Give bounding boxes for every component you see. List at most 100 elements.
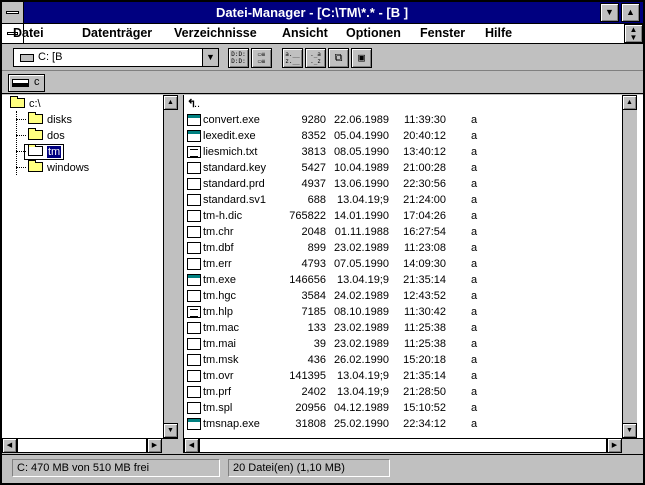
file-size: 39 [313,338,326,350]
menu-hilfe[interactable]: Hilfe [485,25,512,42]
file-size: 20956 [295,402,326,414]
file-list[interactable]: ↰ .. convert.exe 9280 22.06.1989 11:39:30 a l… [184,95,643,453]
tree-horizontal-scrollbar[interactable]: ◀ ▶ [2,438,178,453]
file-horizontal-scrollbar[interactable]: ◀ ▶ [184,438,643,453]
file-size: 133 [307,322,326,334]
file-time: 17:04:26 [403,210,446,222]
file-date: 13.04.19;9 [337,370,389,382]
list-item[interactable]: tm.spl 20956 04.12.1989 15:10:52 a [184,400,624,416]
drive-select-value: C: [B [38,51,63,63]
minimize-button[interactable]: ▼ [600,3,619,22]
file-time: 15:20:18 [403,354,446,366]
scroll-up-icon[interactable]: ▲ [163,95,178,110]
list-item[interactable]: tm.prf 2402 13.04.19;9 21:28:50 a [184,384,624,400]
file-time: 22:30:56 [403,178,446,190]
view-details-icon[interactable]: ▭≡ ▭≡ [251,48,272,68]
menu-verzeichnisse[interactable]: Verzeichnisse [174,25,257,42]
restore-button[interactable]: ▲ ▼ [624,24,643,43]
list-item[interactable]: tm.mac 133 23.02.1989 11:25:38 a [184,320,624,336]
directory-tree[interactable]: c:\ disks dos tm windows ▲ ▼ ◀ ▶ [2,95,178,453]
system-menu-button[interactable] [2,2,24,23]
file-date: 22.06.1989 [333,114,389,126]
view-names-icon[interactable]: D:D: D:D: [228,48,249,68]
list-item[interactable]: tm.mai 39 23.02.1989 11:25:38 a [184,336,624,352]
scroll-track[interactable] [17,438,147,453]
file-size: 2048 [301,226,326,238]
file-vertical-scrollbar[interactable]: ▲ ▼ [622,95,637,438]
file-attributes: a [471,274,478,286]
scroll-track[interactable] [199,438,607,453]
tree-vertical-scrollbar[interactable]: ▲ ▼ [163,95,178,438]
menu-ansicht[interactable]: Ansicht [282,25,328,42]
dropdown-arrow-icon[interactable]: ▼ [202,49,218,66]
scroll-down-icon[interactable]: ▼ [163,423,178,438]
file-size: 8352 [301,130,326,142]
text-file-icon [187,146,201,158]
menu-datentraeger[interactable]: Datenträger [82,25,152,42]
list-item[interactable]: tm.hgc 3584 24.02.1989 12:43:52 a [184,288,624,304]
scroll-left-icon[interactable]: ◀ [2,438,17,453]
file-attributes: a [471,322,478,334]
list-item[interactable]: standard.key 5427 10.04.1989 21:00:28 a [184,160,624,176]
maximize-button[interactable]: ▲ [621,3,640,22]
list-item[interactable]: tm.hlp 7185 08.10.1989 11:30:42 a [184,304,624,320]
scroll-up-icon[interactable]: ▲ [622,95,637,110]
menu-optionen[interactable]: Optionen [346,25,401,42]
tree-item-root[interactable]: c:\ [10,96,41,112]
list-item[interactable]: tm.dbf 899 23.02.1989 11:23:08 a [184,240,624,256]
list-item[interactable]: standard.sv1 688 13.04.19;9 21:24:00 a [184,192,624,208]
document-file-icon [187,354,201,366]
sort-by-name-icon[interactable]: a.__ z.__ [282,48,303,68]
tree-item-dos[interactable]: dos [28,128,65,144]
scroll-right-icon[interactable]: ▶ [147,438,162,453]
file-time: 13:40:12 [403,146,446,158]
file-attributes: a [471,290,478,302]
menu-datei[interactable]: Datei [13,25,44,42]
hard-drive-icon [12,79,29,87]
status-file-count: 20 Datei(en) (1,10 MB) [228,459,390,477]
file-name: tm.msk [203,354,239,366]
scroll-down-icon[interactable]: ▼ [622,423,637,438]
file-attributes: a [471,306,478,318]
file-size: 9280 [301,114,326,126]
drive-c-button[interactable]: c [8,74,45,92]
file-date: 14.01.1990 [333,210,389,222]
status-free-space: C: 470 MB von 510 MB frei [12,459,220,477]
tile-icon[interactable]: ▣ [351,48,372,68]
menu-fenster[interactable]: Fenster [420,25,465,42]
file-size: 146656 [289,274,326,286]
list-item-parent[interactable]: ↰ .. [184,96,624,112]
file-time: 11:23:08 [403,242,446,254]
file-date: 05.04.1990 [333,130,389,142]
drive-select[interactable]: C: [B ▼ [13,48,219,67]
program-file-icon [187,114,201,126]
list-item[interactable]: convert.exe 9280 22.06.1989 11:39:30 a [184,112,624,128]
file-name: tm.err [203,258,232,270]
tree-item-windows[interactable]: windows [28,160,89,176]
list-item[interactable]: tm.exe 146656 13.04.19;9 21:35:14 a [184,272,624,288]
list-item[interactable]: liesmich.txt 3813 08.05.1990 13:40:12 a [184,144,624,160]
title-bar[interactable]: Datei-Manager - [C:\TM\*.* - [B ] ▼ ▲ [2,2,643,24]
file-time: 20:40:12 [403,130,446,142]
file-date: 08.10.1989 [333,306,389,318]
list-item[interactable]: tm-h.dic 765822 14.01.1990 17:04:26 a [184,208,624,224]
list-item[interactable]: standard.prd 4937 13.06.1990 22:30:56 a [184,176,624,192]
tree-item-tm-selected[interactable]: tm [24,144,65,160]
list-item[interactable]: tmsnap.exe 31808 25.02.1990 22:34:12 a [184,416,624,432]
file-name: convert.exe [203,114,260,126]
scroll-right-icon[interactable]: ▶ [607,438,622,453]
file-attributes: a [471,114,478,126]
list-item[interactable]: tm.chr 2048 01.11.1988 16:27:54 a [184,224,624,240]
program-file-icon [187,274,201,286]
list-item[interactable]: tm.msk 436 26.02.1990 15:20:18 a [184,352,624,368]
new-window-icon[interactable]: ⧉ [328,48,349,68]
file-size: 688 [307,194,326,206]
file-date: 13.04.19;9 [337,194,389,206]
tree-item-disks[interactable]: disks [28,112,72,128]
list-item[interactable]: tm.err 4793 07.05.1990 14:09:30 a [184,256,624,272]
list-item[interactable]: lexedit.exe 8352 05.04.1990 20:40:12 a [184,128,624,144]
list-item[interactable]: tm.ovr 141395 13.04.19;9 21:35:14 a [184,368,624,384]
sort-by-type-icon[interactable]: ._a ._z [305,48,326,68]
file-name: tm-h.dic [203,210,243,222]
scroll-left-icon[interactable]: ◀ [184,438,199,453]
